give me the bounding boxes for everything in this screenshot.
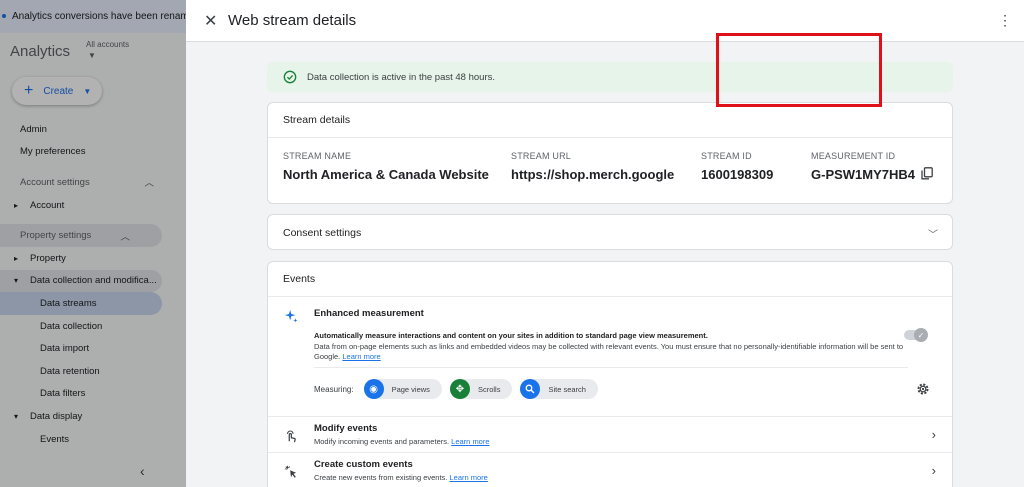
- chip-page-views: ◉ Page views: [363, 379, 442, 399]
- create-custom-events-desc: Create new events from existing events. …: [314, 473, 488, 482]
- modify-events-desc: Modify incoming events and parameters. L…: [314, 437, 490, 446]
- modify-desc-text: Modify incoming events and parameters.: [314, 437, 450, 446]
- sparkle-icon: [284, 309, 298, 323]
- stream-name-label: STREAM NAME: [283, 151, 352, 161]
- gear-icon[interactable]: [916, 382, 930, 396]
- click-sparkle-icon: [284, 465, 297, 478]
- measurement-id-highlight-box: [716, 33, 882, 107]
- chip-scrolls: ✥ Scrolls: [449, 379, 513, 399]
- stream-details-heading: Stream details: [268, 103, 952, 138]
- learn-more-link[interactable]: Learn more: [342, 352, 380, 361]
- search-icon: [520, 379, 541, 399]
- stream-id-label: STREAM ID: [701, 151, 752, 161]
- divider: [314, 367, 908, 368]
- enhanced-measurement-title: Enhanced measurement: [314, 308, 424, 319]
- create-custom-events-title: Create custom events: [314, 459, 413, 470]
- consent-settings-card[interactable]: Consent settings ﹀: [267, 214, 953, 250]
- check-circle-icon: [283, 70, 297, 84]
- consent-header: Consent settings ﹀: [268, 215, 952, 249]
- enhanced-desc-text: Data from on-page elements such as links…: [314, 341, 904, 362]
- learn-more-link[interactable]: Learn more: [450, 473, 488, 482]
- consent-heading: Consent settings: [283, 227, 362, 239]
- measurement-id-label: MEASUREMENT ID: [811, 151, 896, 161]
- events-heading: Events: [268, 262, 952, 297]
- enhanced-measurement-section: Enhanced measurement Automatically measu…: [268, 298, 952, 416]
- stream-url-label: STREAM URL: [511, 151, 572, 161]
- custom-desc-text: Create new events from existing events.: [314, 473, 448, 482]
- events-card: Events Enhanced measurement Automaticall…: [267, 261, 953, 487]
- chip-label: Scrolls: [477, 384, 501, 394]
- stream-details-card: Stream details STREAM NAME North America…: [267, 102, 953, 204]
- chevron-right-icon: ›: [931, 463, 936, 478]
- check-icon: ✓: [914, 328, 928, 342]
- measurement-id-text: G-PSW1MY7HB4: [811, 167, 916, 182]
- chip-label: Page views: [391, 384, 430, 394]
- measuring-row: Measuring: ◉ Page views ✥ Scrolls Site s…: [314, 379, 600, 399]
- stream-name-value: North America & Canada Website: [283, 167, 489, 182]
- measurement-id-field: MEASUREMENT ID G-PSW1MY7HB4: [811, 151, 933, 182]
- enhanced-measurement-desc: Automatically measure interactions and c…: [314, 331, 904, 363]
- eye-icon: ◉: [363, 379, 384, 399]
- enhanced-desc-bold: Automatically measure interactions and c…: [314, 331, 708, 340]
- more-options-icon[interactable]: ⋮: [998, 12, 1012, 29]
- touch-icon: [286, 430, 296, 443]
- create-custom-events-row[interactable]: Create custom events Create new events f…: [268, 452, 952, 487]
- chip-label: Site search: [548, 384, 586, 394]
- copy-icon[interactable]: [921, 167, 933, 180]
- modify-events-row[interactable]: Modify events Modify incoming events and…: [268, 416, 952, 452]
- stream-url-value: https://shop.merch.google: [511, 167, 675, 182]
- stream-url-field: STREAM URL https://shop.merch.google: [511, 151, 674, 182]
- learn-more-link[interactable]: Learn more: [451, 437, 489, 446]
- stream-name-field: STREAM NAME North America & Canada Websi…: [283, 151, 489, 182]
- modify-events-title: Modify events: [314, 423, 378, 434]
- drawer-title: Web stream details: [228, 12, 357, 29]
- chevron-right-icon: ›: [931, 427, 936, 442]
- enhanced-measurement-toggle[interactable]: ✓: [904, 328, 928, 342]
- stream-id-field: STREAM ID 1600198309: [701, 151, 773, 182]
- chip-site-search: Site search: [520, 379, 598, 399]
- close-icon[interactable]: ✕: [204, 11, 217, 31]
- web-stream-drawer: ✕ Web stream details ⋮ Data collection i…: [186, 0, 1024, 487]
- chevron-down-icon: ﹀: [928, 229, 938, 241]
- modal-scrim[interactable]: [0, 0, 186, 487]
- stream-id-value: 1600198309: [701, 167, 774, 182]
- measuring-label: Measuring:: [314, 384, 354, 394]
- status-text: Data collection is active in the past 48…: [307, 71, 495, 83]
- measurement-id-value: G-PSW1MY7HB4: [811, 167, 933, 182]
- drawer-header: ✕ Web stream details ⋮: [186, 0, 1024, 42]
- scroll-arrows-icon: ✥: [449, 379, 470, 399]
